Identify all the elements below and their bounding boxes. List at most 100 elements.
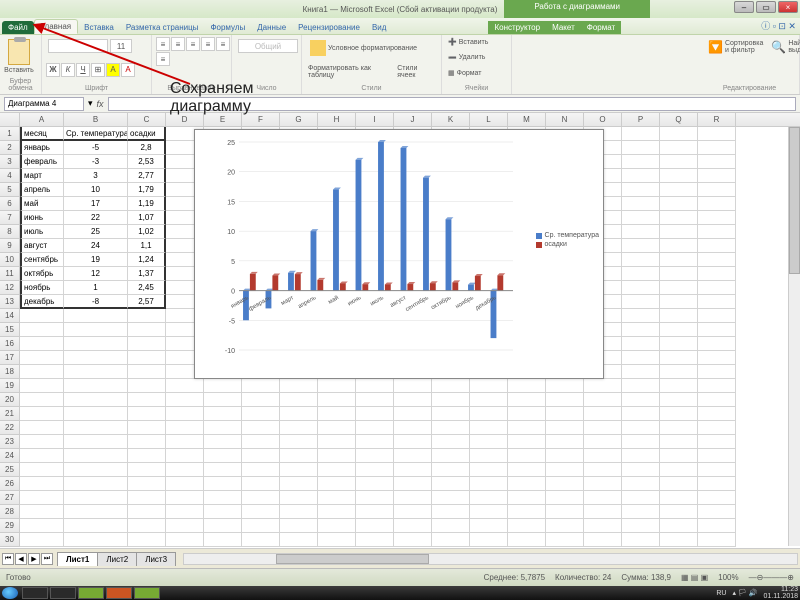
row-header[interactable]: 28 xyxy=(0,505,20,519)
cell[interactable]: 1 xyxy=(64,281,128,295)
cell[interactable] xyxy=(622,239,660,253)
cell[interactable] xyxy=(64,323,128,337)
cell[interactable] xyxy=(698,141,736,155)
cell[interactable] xyxy=(508,379,546,393)
cell[interactable]: 12 xyxy=(64,267,128,281)
cell[interactable] xyxy=(394,393,432,407)
cell[interactable] xyxy=(128,309,166,323)
bold-button[interactable]: Ж xyxy=(46,63,60,77)
cell[interactable] xyxy=(698,365,736,379)
row-header[interactable]: 9 xyxy=(0,239,20,253)
cell[interactable] xyxy=(470,421,508,435)
cell[interactable] xyxy=(280,435,318,449)
cell[interactable] xyxy=(660,253,698,267)
cell[interactable] xyxy=(698,323,736,337)
sort-filter-button[interactable]: 🔽Сортировка и фильтр xyxy=(706,39,765,55)
tab-format[interactable]: Формат xyxy=(581,21,621,34)
cell[interactable] xyxy=(242,407,280,421)
cell[interactable] xyxy=(20,323,64,337)
sheet-nav-next[interactable]: ▶ xyxy=(28,553,40,565)
cell[interactable] xyxy=(20,365,64,379)
cell[interactable] xyxy=(584,435,622,449)
zoom-level[interactable]: 100% xyxy=(718,573,738,582)
row-header[interactable]: 24 xyxy=(0,449,20,463)
row-header[interactable]: 18 xyxy=(0,365,20,379)
cell[interactable] xyxy=(356,505,394,519)
cell[interactable] xyxy=(508,421,546,435)
cell[interactable] xyxy=(242,435,280,449)
cell[interactable] xyxy=(166,477,204,491)
cell[interactable] xyxy=(470,533,508,547)
cell[interactable] xyxy=(660,463,698,477)
cell[interactable] xyxy=(166,435,204,449)
cell[interactable]: 1,79 xyxy=(128,183,166,197)
cell[interactable] xyxy=(584,519,622,533)
cell[interactable]: ноябрь xyxy=(20,281,64,295)
cell[interactable] xyxy=(508,505,546,519)
cell[interactable] xyxy=(508,449,546,463)
view-buttons[interactable]: ▦ ▤ ▣ xyxy=(681,573,708,582)
column-header[interactable]: Q xyxy=(660,113,698,126)
cell[interactable] xyxy=(242,477,280,491)
cell[interactable] xyxy=(432,393,470,407)
cell[interactable] xyxy=(622,463,660,477)
cell[interactable] xyxy=(698,407,736,421)
cell[interactable] xyxy=(318,519,356,533)
align-top-button[interactable]: ≡ xyxy=(156,37,170,51)
fill-color-button[interactable]: A xyxy=(106,63,120,77)
cell[interactable]: апрель xyxy=(20,183,64,197)
tray-icons[interactable]: ▴ 🏳 🔊 xyxy=(732,589,757,597)
column-header[interactable]: M xyxy=(508,113,546,126)
cell[interactable] xyxy=(622,407,660,421)
cell[interactable]: 1,37 xyxy=(128,267,166,281)
cell[interactable] xyxy=(128,393,166,407)
cell[interactable] xyxy=(622,491,660,505)
cell[interactable] xyxy=(280,393,318,407)
cell[interactable]: 2,57 xyxy=(128,295,166,309)
cell[interactable]: месяц xyxy=(20,127,64,141)
cell[interactable] xyxy=(698,169,736,183)
scrollbar-thumb-v[interactable] xyxy=(789,127,800,274)
cell[interactable] xyxy=(128,379,166,393)
cell[interactable] xyxy=(242,449,280,463)
cell[interactable]: 25 xyxy=(64,225,128,239)
cell[interactable] xyxy=(508,407,546,421)
taskbar-excel-2[interactable] xyxy=(134,587,160,599)
cell[interactable] xyxy=(584,449,622,463)
cell[interactable] xyxy=(20,379,64,393)
cell[interactable] xyxy=(508,435,546,449)
cell[interactable] xyxy=(128,533,166,547)
sheet-nav-first[interactable]: ⏮ xyxy=(2,553,14,565)
cell[interactable] xyxy=(20,435,64,449)
cell[interactable] xyxy=(204,393,242,407)
cell[interactable]: 22 xyxy=(64,211,128,225)
row-header[interactable]: 4 xyxy=(0,169,20,183)
column-header[interactable]: G xyxy=(280,113,318,126)
column-header[interactable]: K xyxy=(432,113,470,126)
cell[interactable]: Ср. температура xyxy=(64,127,128,141)
cell[interactable] xyxy=(128,351,166,365)
cell[interactable] xyxy=(394,421,432,435)
taskbar-app-2[interactable] xyxy=(50,587,76,599)
cell[interactable] xyxy=(660,183,698,197)
cell[interactable] xyxy=(20,337,64,351)
cell[interactable] xyxy=(660,379,698,393)
cell[interactable] xyxy=(622,337,660,351)
cell[interactable] xyxy=(204,435,242,449)
tab-view[interactable]: Вид xyxy=(366,21,392,34)
taskbar-excel[interactable] xyxy=(78,587,104,599)
cell[interactable] xyxy=(280,505,318,519)
cell[interactable] xyxy=(622,169,660,183)
cell[interactable] xyxy=(166,379,204,393)
find-select-button[interactable]: 🔍Найти и выделить xyxy=(769,39,800,55)
cell[interactable] xyxy=(546,393,584,407)
cell[interactable] xyxy=(622,351,660,365)
cell[interactable] xyxy=(660,169,698,183)
cell[interactable] xyxy=(20,351,64,365)
cell[interactable] xyxy=(128,519,166,533)
cell[interactable] xyxy=(242,463,280,477)
cell[interactable] xyxy=(20,421,64,435)
sheet-tab-3[interactable]: Лист3 xyxy=(136,552,176,566)
cell[interactable]: 3 xyxy=(64,169,128,183)
cell[interactable] xyxy=(20,533,64,547)
